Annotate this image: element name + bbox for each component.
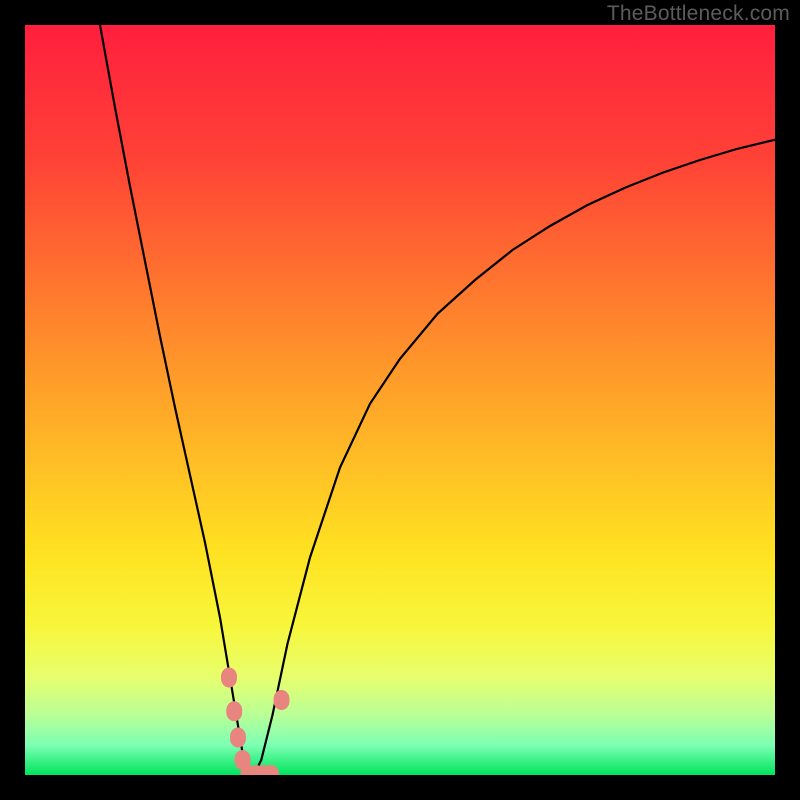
chart-frame: TheBottleneck.com xyxy=(0,0,800,800)
marker-point xyxy=(230,728,246,748)
marker-point xyxy=(226,701,242,721)
marker-point xyxy=(221,668,237,688)
watermark-text: TheBottleneck.com xyxy=(607,2,790,26)
chart-svg xyxy=(25,25,775,775)
plot-area xyxy=(25,25,775,775)
marker-point xyxy=(274,690,290,710)
gradient-background xyxy=(25,25,775,775)
